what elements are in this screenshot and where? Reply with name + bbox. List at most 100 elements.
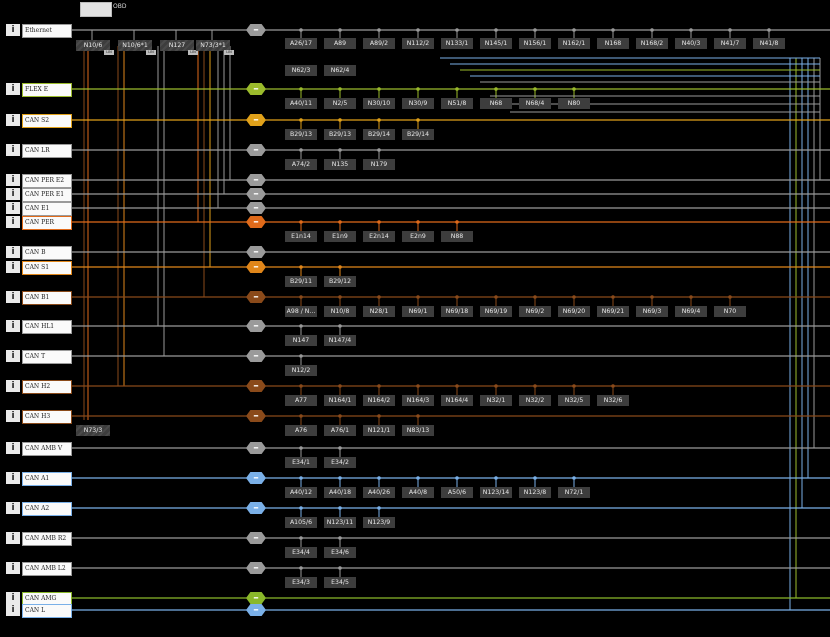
ecu-node[interactable]: A40/26 bbox=[363, 487, 395, 498]
ecu-node[interactable]: E34/1 bbox=[285, 457, 317, 468]
ecu-node[interactable]: N168/2 bbox=[636, 38, 668, 49]
ecu-node[interactable]: N69/19 bbox=[480, 306, 512, 317]
ecu-node[interactable]: N164/2 bbox=[363, 395, 395, 406]
bus-label-flex[interactable]: FLEX E bbox=[22, 83, 72, 97]
bus-label-s1[interactable]: CAN S1 bbox=[22, 261, 72, 275]
ecu-node[interactable]: E34/6 bbox=[324, 547, 356, 558]
ecu-node[interactable]: N147 bbox=[285, 335, 317, 346]
ecu-node[interactable]: N41/7 bbox=[714, 38, 746, 49]
bus-label-l[interactable]: CAN L bbox=[22, 604, 72, 618]
bus-info-icon[interactable]: i bbox=[6, 24, 20, 36]
ecu-node[interactable]: N69/20 bbox=[558, 306, 590, 317]
bus-info-icon[interactable]: i bbox=[6, 562, 20, 574]
ecu-node[interactable]: B29/13 bbox=[285, 129, 317, 140]
bus-label-lr[interactable]: CAN LR bbox=[22, 144, 72, 158]
ecu-node[interactable]: N30/9 bbox=[402, 98, 434, 109]
bus-info-icon[interactable]: i bbox=[6, 246, 20, 258]
bus-info-icon[interactable]: i bbox=[6, 380, 20, 392]
ecu-node[interactable]: A50/6 bbox=[441, 487, 473, 498]
bus-info-icon[interactable]: i bbox=[6, 144, 20, 156]
ecu-node[interactable]: N72/1 bbox=[558, 487, 590, 498]
ecu-node[interactable]: A89/2 bbox=[363, 38, 395, 49]
ecu-node[interactable]: A40/18 bbox=[324, 487, 356, 498]
ecu-node[interactable]: N10/8 bbox=[324, 306, 356, 317]
ecu-node[interactable]: B29/14 bbox=[363, 129, 395, 140]
gateway-ecu[interactable]: N73/3 bbox=[76, 425, 110, 436]
bus-label-a1[interactable]: CAN A1 bbox=[22, 472, 72, 486]
ecu-node[interactable]: N121/1 bbox=[363, 425, 395, 436]
bus-info-icon[interactable]: i bbox=[6, 188, 20, 200]
bus-label-e1[interactable]: CAN E1 bbox=[22, 202, 72, 216]
ecu-node[interactable]: B29/13 bbox=[324, 129, 356, 140]
ecu-node[interactable]: N164/3 bbox=[402, 395, 434, 406]
ecu-node[interactable]: A40/8 bbox=[402, 487, 434, 498]
bus-label-a2[interactable]: CAN A2 bbox=[22, 502, 72, 516]
ecu-node[interactable]: A40/12 bbox=[285, 487, 317, 498]
bus-label-h3[interactable]: CAN H3 bbox=[22, 410, 72, 424]
bus-label-ambr2[interactable]: CAN AMB R2 bbox=[22, 532, 72, 546]
bus-info-icon[interactable]: i bbox=[6, 202, 20, 214]
ecu-node[interactable]: N80 bbox=[558, 98, 590, 109]
ecu-node[interactable]: N32/5 bbox=[558, 395, 590, 406]
bus-label-hl1[interactable]: CAN HL1 bbox=[22, 320, 72, 334]
ecu-node[interactable]: N32/1 bbox=[480, 395, 512, 406]
ecu-node[interactable]: E34/5 bbox=[324, 577, 356, 588]
ecu-node[interactable]: A105/6 bbox=[285, 517, 317, 528]
ecu-node[interactable]: N68 bbox=[480, 98, 512, 109]
bus-info-icon[interactable]: i bbox=[6, 442, 20, 454]
bus-label-amb[interactable]: CAN AMB V bbox=[22, 442, 72, 456]
ecu-node[interactable]: A76/1 bbox=[324, 425, 356, 436]
bus-info-icon[interactable]: i bbox=[6, 350, 20, 362]
bus-label-h2[interactable]: CAN H2 bbox=[22, 380, 72, 394]
ecu-node[interactable]: B29/12 bbox=[324, 276, 356, 287]
ecu-node[interactable]: N69/18 bbox=[441, 306, 473, 317]
bus-info-icon[interactable]: i bbox=[6, 502, 20, 514]
bus-label-s2[interactable]: CAN S2 bbox=[22, 114, 72, 128]
bus-label-eth[interactable]: Ethernet bbox=[22, 24, 72, 38]
ecu-node[interactable]: B29/14 bbox=[402, 129, 434, 140]
ecu-node[interactable]: A77 bbox=[285, 395, 317, 406]
ecu-node[interactable]: N179 bbox=[363, 159, 395, 170]
ecu-node[interactable]: A98 / N... bbox=[285, 306, 317, 317]
ecu-node[interactable]: N41/8 bbox=[753, 38, 785, 49]
ecu-node[interactable]: N162/1 bbox=[558, 38, 590, 49]
ecu-node[interactable]: N69/4 bbox=[675, 306, 707, 317]
ecu-node[interactable]: N62/4 bbox=[324, 65, 356, 76]
bus-info-icon[interactable]: i bbox=[6, 410, 20, 422]
ecu-node[interactable]: N133/1 bbox=[441, 38, 473, 49]
bus-label-pere1[interactable]: CAN PER E1 bbox=[22, 188, 72, 202]
ecu-node[interactable]: N70 bbox=[714, 306, 746, 317]
ecu-node[interactable]: N68/4 bbox=[519, 98, 551, 109]
bus-info-icon[interactable]: i bbox=[6, 320, 20, 332]
ecu-node[interactable]: A26/17 bbox=[285, 38, 317, 49]
ecu-node[interactable]: N156/1 bbox=[519, 38, 551, 49]
ecu-node[interactable]: A74/2 bbox=[285, 159, 317, 170]
ecu-node[interactable]: E2n9 bbox=[402, 231, 434, 242]
ecu-node[interactable]: N69/2 bbox=[519, 306, 551, 317]
bus-label-ambl2[interactable]: CAN AMB L2 bbox=[22, 562, 72, 576]
ecu-node[interactable]: N32/6 bbox=[597, 395, 629, 406]
bus-info-icon[interactable]: i bbox=[6, 532, 20, 544]
ecu-node[interactable]: N32/2 bbox=[519, 395, 551, 406]
obd-connector-icon[interactable] bbox=[80, 2, 112, 17]
ecu-node[interactable]: B29/11 bbox=[285, 276, 317, 287]
ecu-node[interactable]: E1n14 bbox=[285, 231, 317, 242]
bus-info-icon[interactable]: i bbox=[6, 472, 20, 484]
bus-info-icon[interactable]: i bbox=[6, 261, 20, 273]
ecu-node[interactable]: N2/5 bbox=[324, 98, 356, 109]
ecu-node[interactable]: N112/2 bbox=[402, 38, 434, 49]
ecu-node[interactable]: N145/1 bbox=[480, 38, 512, 49]
ecu-node[interactable]: N30/10 bbox=[363, 98, 395, 109]
ecu-node[interactable]: A89 bbox=[324, 38, 356, 49]
bus-label-b1[interactable]: CAN B1 bbox=[22, 291, 72, 305]
bus-info-icon[interactable]: i bbox=[6, 592, 20, 604]
bus-label-b[interactable]: CAN B bbox=[22, 246, 72, 260]
bus-label-pe[interactable]: CAN PER bbox=[22, 216, 72, 230]
ecu-node[interactable]: E1n9 bbox=[324, 231, 356, 242]
ecu-node[interactable]: N69/21 bbox=[597, 306, 629, 317]
bus-info-icon[interactable]: i bbox=[6, 83, 20, 95]
ecu-node[interactable]: N69/1 bbox=[402, 306, 434, 317]
bus-label-pere2[interactable]: CAN PER E2 bbox=[22, 174, 72, 188]
ecu-node[interactable]: N164/1 bbox=[324, 395, 356, 406]
ecu-node[interactable]: N123/14 bbox=[480, 487, 512, 498]
